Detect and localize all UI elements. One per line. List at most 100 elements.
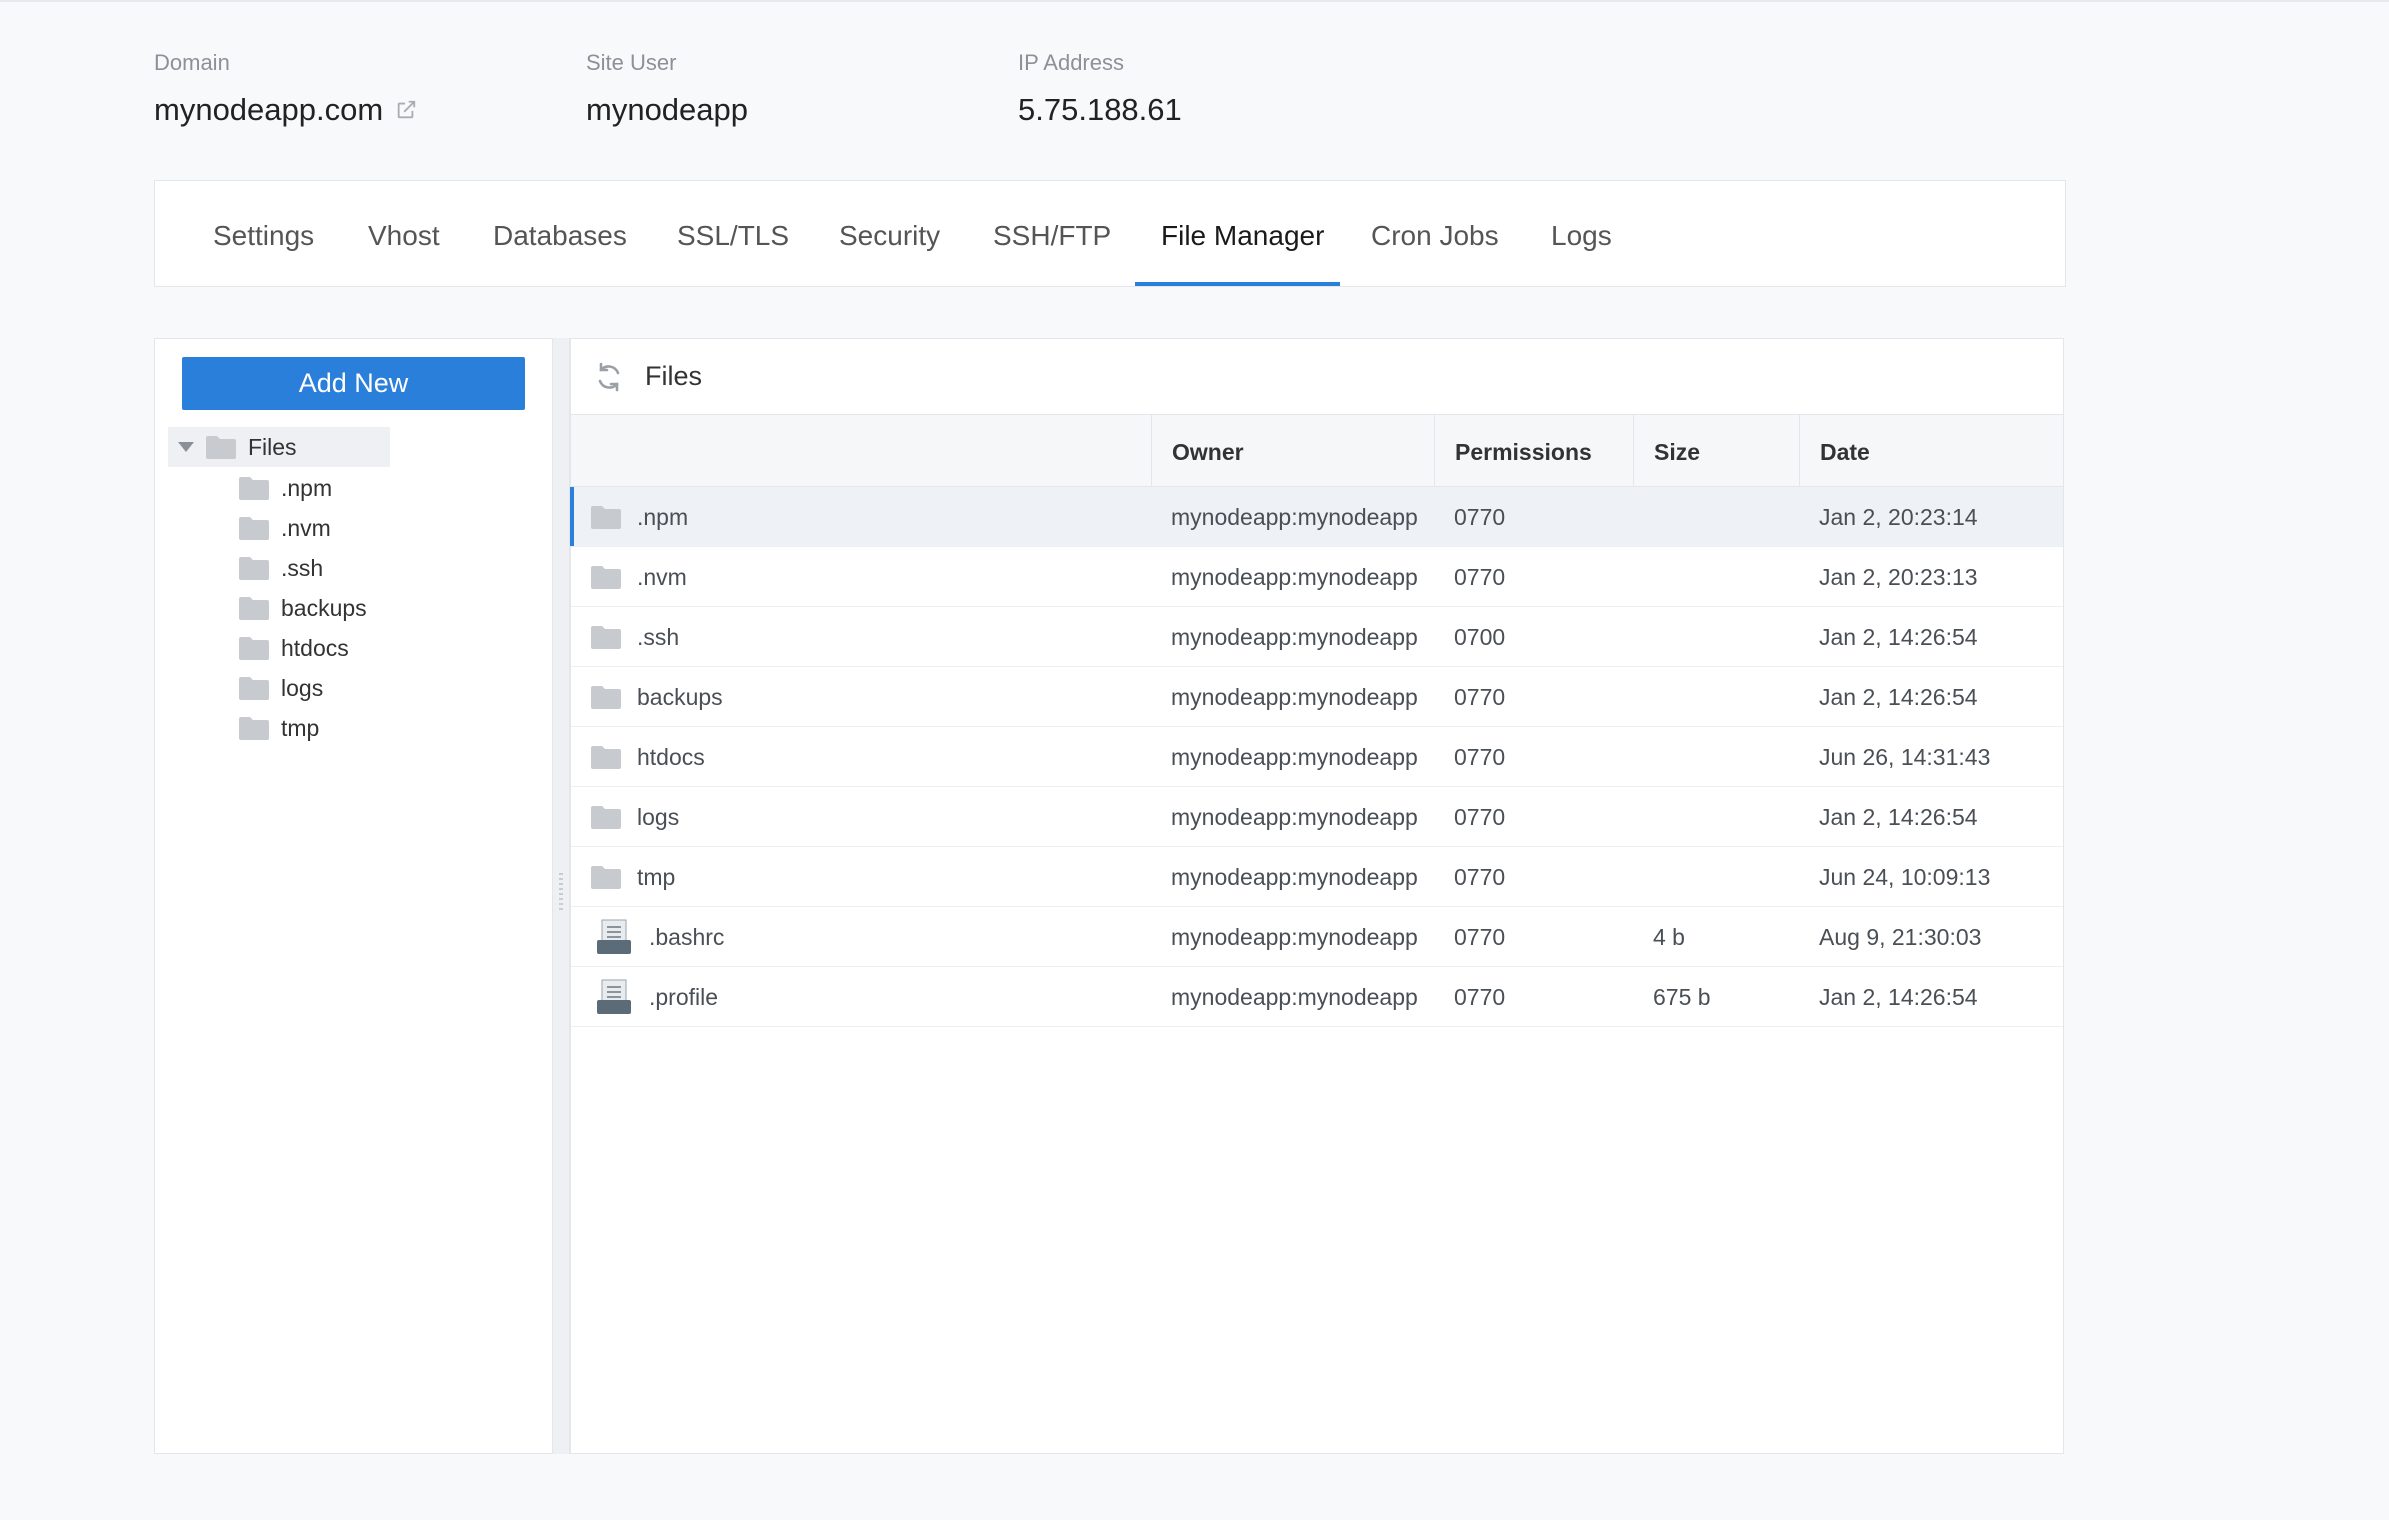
refresh-icon[interactable]: [593, 361, 625, 393]
tree-item[interactable]: .nvm: [239, 510, 331, 546]
external-link-icon[interactable]: [395, 99, 417, 121]
table-row[interactable]: logs mynodeapp:mynodeapp 0770 Jan 2, 14:…: [571, 787, 2063, 847]
permissions-cell: 0770: [1454, 924, 1506, 950]
domain-label: Domain: [154, 50, 230, 75]
tree-item-label: .npm: [281, 474, 333, 501]
folder-tree-panel: Add New Files .npm .nvm .ssh backups htd…: [154, 338, 552, 1454]
date-cell: Jan 2, 14:26:54: [1819, 804, 1978, 830]
folder-icon: [591, 566, 621, 589]
name-cell: htdocs: [591, 727, 705, 787]
date-cell: Jan 2, 14:26:54: [1819, 684, 1978, 710]
splitter-grip[interactable]: [559, 873, 563, 913]
column-header-size[interactable]: Size: [1633, 415, 1799, 487]
name-cell: logs: [591, 787, 679, 847]
column-header-name[interactable]: [571, 415, 1151, 487]
top-border: [0, 0, 2389, 2]
tree-root-files[interactable]: Files: [168, 427, 390, 467]
date-cell: Jun 26, 14:31:43: [1819, 744, 1991, 770]
date-cell: Jan 2, 14:26:54: [1819, 984, 1978, 1010]
name-cell: backups: [591, 667, 723, 727]
name-cell: .nvm: [591, 547, 687, 607]
tab-settings[interactable]: Settings: [213, 181, 314, 286]
tree-item-label: backups: [281, 594, 367, 621]
add-new-button[interactable]: Add New: [182, 357, 525, 410]
file-name: .profile: [649, 984, 719, 1010]
folder-icon: [239, 557, 269, 580]
owner-cell: mynodeapp:mynodeapp: [1171, 624, 1418, 650]
tree-item-label: .ssh: [281, 554, 324, 581]
file-icon: [597, 919, 631, 954]
domain-block: Domain mynodeapp.com: [154, 50, 417, 128]
tree-item-label: tmp: [281, 714, 320, 741]
name-cell: .npm: [591, 487, 688, 547]
tab-databases[interactable]: Databases: [493, 181, 627, 286]
date-cell: Jan 2, 20:23:14: [1819, 504, 1978, 530]
tab-cron-jobs[interactable]: Cron Jobs: [1371, 181, 1499, 286]
table-row[interactable]: .npm mynodeapp:mynodeapp 0770 Jan 2, 20:…: [570, 487, 2063, 547]
permissions-cell: 0770: [1454, 684, 1506, 710]
tree-item[interactable]: tmp: [239, 710, 319, 746]
permissions-cell: 0770: [1454, 864, 1506, 890]
tab-file-manager[interactable]: File Manager: [1161, 181, 1324, 286]
caret-down-icon[interactable]: [178, 442, 194, 452]
table-row[interactable]: .bashrc mynodeapp:mynodeapp 0770 4 b Aug…: [571, 907, 2063, 967]
tab-ssh-ftp[interactable]: SSH/FTP: [993, 181, 1111, 286]
owner-cell: mynodeapp:mynodeapp: [1171, 804, 1418, 830]
tree-item[interactable]: logs: [239, 670, 323, 706]
column-header-owner[interactable]: Owner: [1151, 415, 1434, 487]
owner-cell: mynodeapp:mynodeapp: [1171, 924, 1418, 950]
tree-item[interactable]: .npm: [239, 470, 332, 506]
name-cell: .bashrc: [591, 907, 724, 967]
site-user-label: Site User: [586, 50, 677, 75]
file-name: .nvm: [637, 564, 687, 590]
site-user-block: Site User mynodeapp: [586, 50, 748, 128]
column-header-date[interactable]: Date: [1799, 415, 2065, 487]
name-cell: tmp: [591, 847, 675, 907]
tab-vhost[interactable]: Vhost: [368, 181, 440, 286]
table-row[interactable]: backups mynodeapp:mynodeapp 0770 Jan 2, …: [571, 667, 2063, 727]
panel-splitter[interactable]: [552, 338, 570, 1454]
tree-item[interactable]: backups: [239, 590, 367, 626]
date-cell: Jun 24, 10:09:13: [1819, 864, 1991, 890]
file-name: tmp: [637, 864, 676, 890]
file-icon: [597, 979, 631, 1014]
tab-ssl-tls[interactable]: SSL/TLS: [677, 181, 789, 286]
size-cell: 4 b: [1653, 924, 1685, 950]
table-row[interactable]: tmp mynodeapp:mynodeapp 0770 Jun 24, 10:…: [571, 847, 2063, 907]
ip-label: IP Address: [1018, 50, 1124, 75]
domain-value: mynodeapp.com: [154, 92, 384, 127]
permissions-cell: 0770: [1454, 984, 1506, 1010]
folder-icon: [591, 506, 621, 529]
name-cell: .ssh: [591, 607, 679, 667]
permissions-cell: 0770: [1454, 744, 1506, 770]
table-row[interactable]: .nvm mynodeapp:mynodeapp 0770 Jan 2, 20:…: [571, 547, 2063, 607]
table-row[interactable]: .profile mynodeapp:mynodeapp 0770 675 b …: [571, 967, 2063, 1027]
tree-item-label: logs: [281, 674, 324, 701]
tree-item[interactable]: .ssh: [239, 550, 323, 586]
owner-cell: mynodeapp:mynodeapp: [1171, 504, 1418, 530]
domain-value-row: mynodeapp.com: [154, 92, 417, 128]
column-header-permissions[interactable]: Permissions: [1434, 415, 1633, 487]
folder-icon: [591, 866, 621, 889]
name-cell: .profile: [591, 967, 718, 1027]
file-name: backups: [637, 684, 723, 710]
file-list-panel: Files Owner Permissions Size Date .npm m…: [570, 338, 2064, 1454]
tree-item-label: .nvm: [281, 514, 331, 541]
file-name: .npm: [637, 504, 689, 530]
owner-cell: mynodeapp:mynodeapp: [1171, 744, 1418, 770]
tab-security[interactable]: Security: [839, 181, 940, 286]
tab-logs[interactable]: Logs: [1551, 181, 1612, 286]
owner-cell: mynodeapp:mynodeapp: [1171, 864, 1418, 890]
table-row[interactable]: htdocs mynodeapp:mynodeapp 0770 Jun 26, …: [571, 727, 2063, 787]
folder-icon: [239, 517, 269, 540]
permissions-cell: 0770: [1454, 504, 1506, 530]
file-table-body: .npm mynodeapp:mynodeapp 0770 Jan 2, 20:…: [570, 487, 2063, 1027]
site-user-value: mynodeapp: [586, 92, 749, 127]
folder-icon: [591, 806, 621, 829]
tree-item[interactable]: htdocs: [239, 630, 349, 666]
folder-icon: [239, 637, 269, 660]
ip-block: IP Address 5.75.188.61: [1018, 50, 1182, 128]
table-row[interactable]: .ssh mynodeapp:mynodeapp 0700 Jan 2, 14:…: [571, 607, 2063, 667]
file-name: .bashrc: [649, 924, 725, 950]
owner-cell: mynodeapp:mynodeapp: [1171, 984, 1418, 1010]
